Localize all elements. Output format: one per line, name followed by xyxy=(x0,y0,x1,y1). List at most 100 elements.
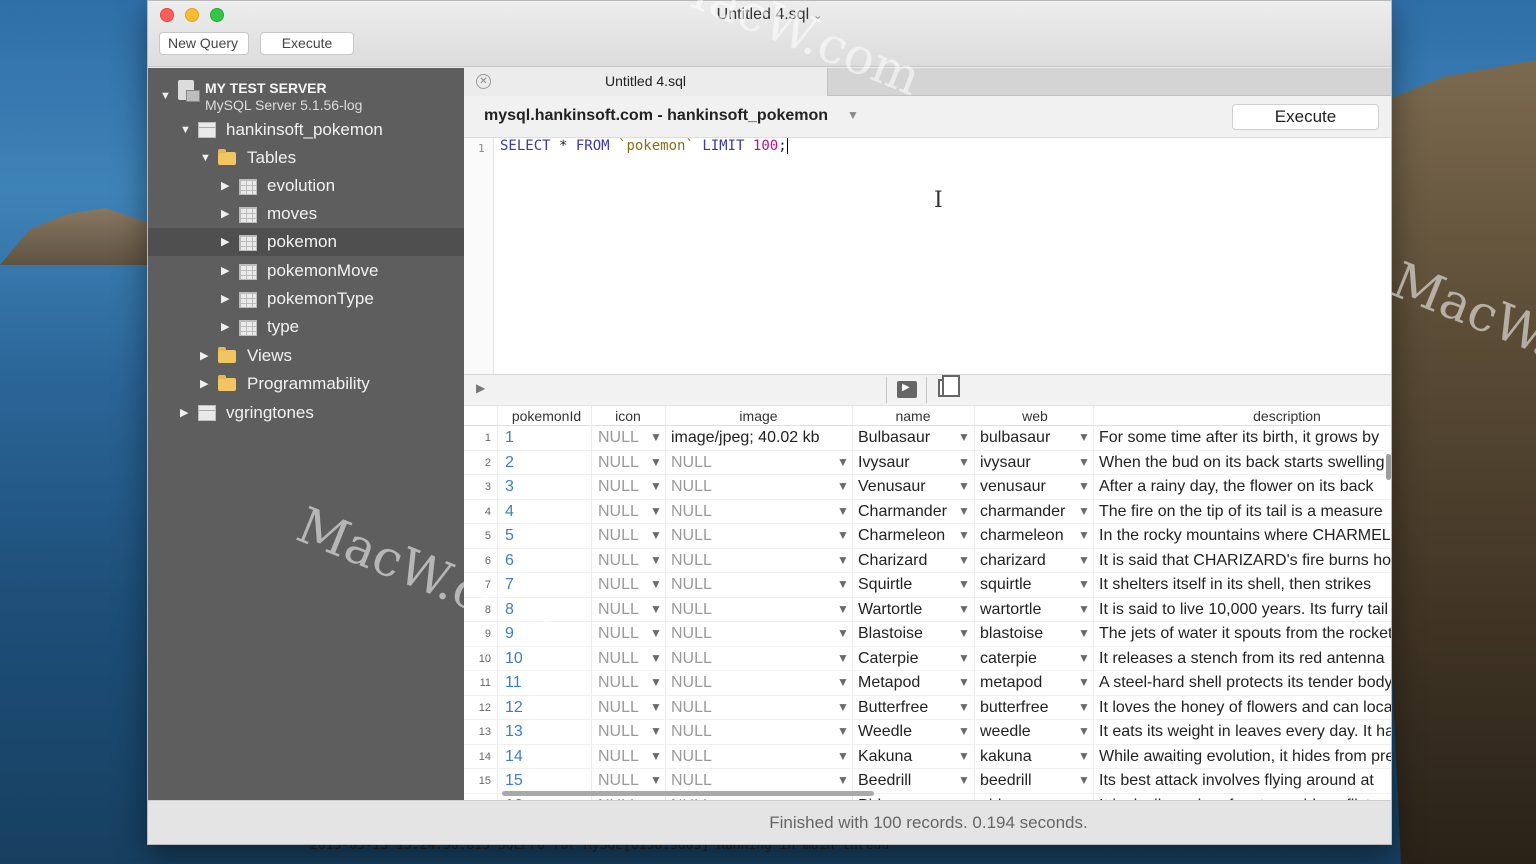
table-row[interactable]: 9 9 NULL ▼ NULL ▼ Blastoise ▼ blastoise ▼ The jets… xyxy=(464,622,1391,647)
table-row[interactable]: 5 5 NULL ▼ NULL ▼ Charmeleon ▼ charmeleon ▼ In the… xyxy=(464,524,1391,549)
dropdown-arrow-icon[interactable]: ▼ xyxy=(1078,479,1090,493)
dropdown-arrow-icon[interactable]: ▼ xyxy=(650,430,662,444)
table-row[interactable]: 11 11 NULL ▼ NULL ▼ Metapod ▼ metapod ▼ A steel-ha… xyxy=(464,671,1391,696)
sql-editor[interactable]: 1 SELECT * FROM `pokemon` LIMIT 100; I xyxy=(464,138,1391,374)
cell-image[interactable]: NULL xyxy=(671,723,836,741)
cell-name[interactable]: Butterfree xyxy=(858,699,958,717)
cell-pokemonid[interactable]: 1 xyxy=(505,429,585,447)
cell-image[interactable]: NULL xyxy=(671,748,836,766)
cell-web[interactable]: squirtle xyxy=(980,576,1080,594)
disclosure-closed-icon[interactable]: ▶ xyxy=(180,399,188,427)
dropdown-arrow-icon[interactable]: ▼ xyxy=(958,455,970,469)
cell-image[interactable]: NULL xyxy=(671,503,836,521)
sql-code-line[interactable]: SELECT * FROM `pokemon` LIMIT 100; xyxy=(500,138,788,154)
dropdown-arrow-icon[interactable]: ▼ xyxy=(958,430,970,444)
cell-description[interactable]: Its best attack involves flying around a… xyxy=(1099,772,1391,790)
dropdown-arrow-icon[interactable]: ▼ xyxy=(837,749,849,763)
cell-image[interactable]: NULL xyxy=(671,625,836,643)
dropdown-arrow-icon[interactable]: ▼ xyxy=(958,479,970,493)
cell-pokemonid[interactable]: 13 xyxy=(505,723,585,741)
disclosure-open-icon[interactable]: ▼ xyxy=(160,82,171,110)
cell-icon[interactable]: NULL xyxy=(598,478,642,496)
table-row[interactable]: 14 14 NULL ▼ NULL ▼ Kakuna ▼ kakuna ▼ While awaiti… xyxy=(464,745,1391,769)
dropdown-arrow-icon[interactable]: ▼ xyxy=(837,626,849,640)
cell-description[interactable]: After a rainy day, the flower on its bac… xyxy=(1099,478,1391,496)
dropdown-arrow-icon[interactable]: ▼ xyxy=(650,553,662,567)
cell-pokemonid[interactable]: 14 xyxy=(505,748,585,766)
dropdown-arrow-icon[interactable]: ▼ xyxy=(837,675,849,689)
dropdown-arrow-icon[interactable]: ▼ xyxy=(837,602,849,616)
table-row[interactable]: 6 6 NULL ▼ NULL ▼ Charizard ▼ charizard ▼ It is sa… xyxy=(464,549,1391,573)
disclosure-closed-icon[interactable]: ▶ xyxy=(221,172,229,200)
tree-folder-programmability[interactable]: ▶ Programmability xyxy=(148,370,464,398)
cell-name[interactable]: Blastoise xyxy=(858,625,958,643)
cell-pokemonid[interactable]: 6 xyxy=(505,552,585,570)
copy-icon[interactable] xyxy=(938,375,960,397)
table-row[interactable]: 7 7 NULL ▼ NULL ▼ Squirtle ▼ squirtle ▼ It shelter… xyxy=(464,573,1391,598)
toolbar-execute-button[interactable]: Execute xyxy=(260,32,354,55)
cell-web[interactable]: metapod xyxy=(980,674,1080,692)
dropdown-arrow-icon[interactable]: ▼ xyxy=(1078,430,1090,444)
dropdown-arrow-icon[interactable]: ▼ xyxy=(650,724,662,738)
dropdown-arrow-icon[interactable]: ▼ xyxy=(1078,553,1090,567)
cell-name[interactable]: Caterpie xyxy=(858,650,958,668)
disclosure-closed-icon[interactable]: ▶ xyxy=(221,285,229,313)
table-row[interactable]: 10 10 NULL ▼ NULL ▼ Caterpie ▼ caterpie ▼ It relea… xyxy=(464,647,1391,671)
dropdown-arrow-icon[interactable]: ▼ xyxy=(958,749,970,763)
table-row[interactable]: 12 12 NULL ▼ NULL ▼ Butterfree ▼ butterfree ▼ It l… xyxy=(464,696,1391,720)
disclosure-closed-icon[interactable]: ▶ xyxy=(221,200,229,228)
connection-selector[interactable]: mysql.hankinsoft.com - hankinsoft_pokemo… xyxy=(484,107,828,125)
cell-image[interactable]: NULL xyxy=(671,674,836,692)
cell-web[interactable]: weedle xyxy=(980,723,1080,741)
cell-pokemonid[interactable]: 8 xyxy=(505,601,585,619)
disclosure-closed-icon[interactable]: ▶ xyxy=(221,228,229,256)
dropdown-arrow-icon[interactable]: ▼ xyxy=(1078,455,1090,469)
cell-image[interactable]: NULL xyxy=(671,650,836,668)
dropdown-arrow-icon[interactable]: ▼ xyxy=(837,528,849,542)
cell-image[interactable]: NULL xyxy=(671,552,836,570)
table-row[interactable]: 13 13 NULL ▼ NULL ▼ Weedle ▼ weedle ▼ It eats its … xyxy=(464,720,1391,745)
tree-database-vgringtones[interactable]: ▶ vgringtones xyxy=(148,399,464,427)
cell-description[interactable]: For some time after its birth, it grows … xyxy=(1099,429,1391,447)
dropdown-arrow-icon[interactable]: ▼ xyxy=(650,455,662,469)
dropdown-arrow-icon[interactable]: ▼ xyxy=(650,528,662,542)
cell-name[interactable]: Venusaur xyxy=(858,478,958,496)
column-header-pokemonid[interactable]: pokemonId xyxy=(504,408,589,424)
dropdown-arrow-icon[interactable]: ▼ xyxy=(837,577,849,591)
dropdown-arrow-icon[interactable]: ▼ xyxy=(958,724,970,738)
vertical-scrollbar[interactable] xyxy=(1386,454,1391,480)
cell-pokemonid[interactable]: 15 xyxy=(505,772,585,790)
cell-pokemonid[interactable]: 10 xyxy=(505,650,585,668)
cell-icon[interactable]: NULL xyxy=(598,503,642,521)
cell-icon[interactable]: NULL xyxy=(598,748,642,766)
dropdown-arrow-icon[interactable]: ▼ xyxy=(837,479,849,493)
dropdown-arrow-icon[interactable]: ▼ xyxy=(837,724,849,738)
dropdown-arrow-icon[interactable]: ▼ xyxy=(650,577,662,591)
table-row[interactable]: 8 8 NULL ▼ NULL ▼ Wartortle ▼ wartortle ▼ It is sa… xyxy=(464,598,1391,622)
dropdown-arrow-icon[interactable]: ▼ xyxy=(1078,675,1090,689)
tree-table-moves[interactable]: ▶ moves xyxy=(148,200,464,228)
cell-pokemonid[interactable]: 12 xyxy=(505,699,585,717)
cell-icon[interactable]: NULL xyxy=(598,723,642,741)
column-header-image[interactable]: image xyxy=(666,408,851,424)
dropdown-arrow-icon[interactable]: ▼ xyxy=(958,626,970,640)
cell-description[interactable]: The jets of water it spouts from the roc… xyxy=(1099,625,1391,643)
cell-description[interactable]: It loves the honey of flowers and can lo… xyxy=(1099,699,1391,717)
dropdown-arrow-icon[interactable]: ▼ xyxy=(650,773,662,787)
dropdown-arrow-icon[interactable]: ▼ xyxy=(958,773,970,787)
cell-image[interactable]: NULL xyxy=(671,478,836,496)
cell-web[interactable]: blastoise xyxy=(980,625,1080,643)
dropdown-arrow-icon[interactable]: ▼ xyxy=(1078,528,1090,542)
dropdown-arrow-icon[interactable]: ▼ xyxy=(650,700,662,714)
tab-untitled-4[interactable]: ✕ Untitled 4.sql xyxy=(464,68,828,96)
cell-web[interactable]: venusaur xyxy=(980,478,1080,496)
cell-icon[interactable]: NULL xyxy=(598,429,642,447)
disclosure-closed-icon[interactable]: ▶ xyxy=(200,342,208,370)
dropdown-arrow-icon[interactable]: ▼ xyxy=(1078,773,1090,787)
cell-description[interactable]: It is said to live 10,000 years. Its fur… xyxy=(1099,601,1391,619)
cell-web[interactable]: ivysaur xyxy=(980,454,1080,472)
cell-web[interactable]: kakuna xyxy=(980,748,1080,766)
horizontal-scrollbar[interactable] xyxy=(502,791,874,796)
cell-pokemonid[interactable]: 11 xyxy=(505,674,585,692)
dropdown-arrow-icon[interactable]: ▼ xyxy=(1078,626,1090,640)
